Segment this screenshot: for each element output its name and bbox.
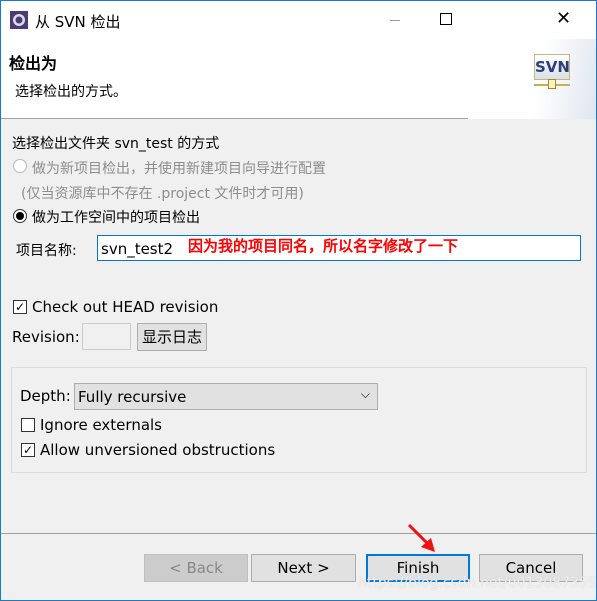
next-button[interactable]: Next > [251, 554, 356, 582]
red-arrow-icon [407, 523, 435, 552]
new-project-note: (仅当资源库中不存在 .project 文件时才可用) [21, 186, 304, 202]
svn-logo-icon: SVN [534, 54, 570, 80]
allow-unversioned-label: Allow unversioned obstructions [40, 441, 276, 459]
new-project-radio[interactable] [13, 159, 27, 173]
head-revision-checkbox[interactable]: ✓ [13, 300, 27, 314]
page-description: 选择检出的方式。 [15, 84, 127, 100]
workspace-label: 做为工作空间中的项目检出 [32, 210, 200, 226]
window-title: 从 SVN 检出 [35, 13, 121, 31]
ignore-externals-checkbox[interactable] [21, 418, 35, 432]
ignore-externals-label: Ignore externals [40, 416, 162, 434]
project-name-label: 项目名称: [16, 243, 77, 259]
new-project-label: 做为新项目检出，并使用新建项目向导进行配置 [32, 161, 326, 177]
depth-select[interactable]: Fully recursive ⌵ [74, 383, 378, 410]
show-log-button[interactable]: 显示日志 [137, 323, 207, 351]
minimize-button[interactable] [390, 20, 400, 21]
section-label: 选择检出文件夹 svn_test 的方式 [12, 136, 220, 152]
page-title: 检出为 [9, 54, 58, 73]
wizard-header: 检出为 选择检出的方式。 SVN [1, 39, 596, 119]
allow-unversioned-checkbox[interactable]: ✓ [21, 443, 35, 457]
head-revision-label: Check out HEAD revision [32, 298, 219, 316]
footer-separator [1, 533, 596, 534]
eclipse-icon [10, 11, 28, 29]
close-button[interactable]: ✕ [556, 8, 571, 29]
workspace-radio[interactable] [13, 209, 27, 223]
revision-label: Revision: [12, 328, 80, 346]
dialog-window: 从 SVN 检出 ✕ 检出为 选择检出的方式。 SVN 选择检出文件夹 svn_… [0, 0, 597, 601]
depth-label: Depth: [20, 387, 71, 405]
chevron-down-icon: ⌵ [360, 387, 370, 401]
watermark: https://blog.csdn.net/u013087359 [358, 575, 597, 591]
back-button[interactable]: < Back [144, 554, 248, 582]
annotation-text: 因为我的项目同名，所以名字修改了一下 [188, 237, 459, 255]
revision-input[interactable] [82, 323, 131, 350]
title-bar: 从 SVN 检出 ✕ [1, 1, 596, 39]
maximize-button[interactable] [440, 13, 452, 25]
